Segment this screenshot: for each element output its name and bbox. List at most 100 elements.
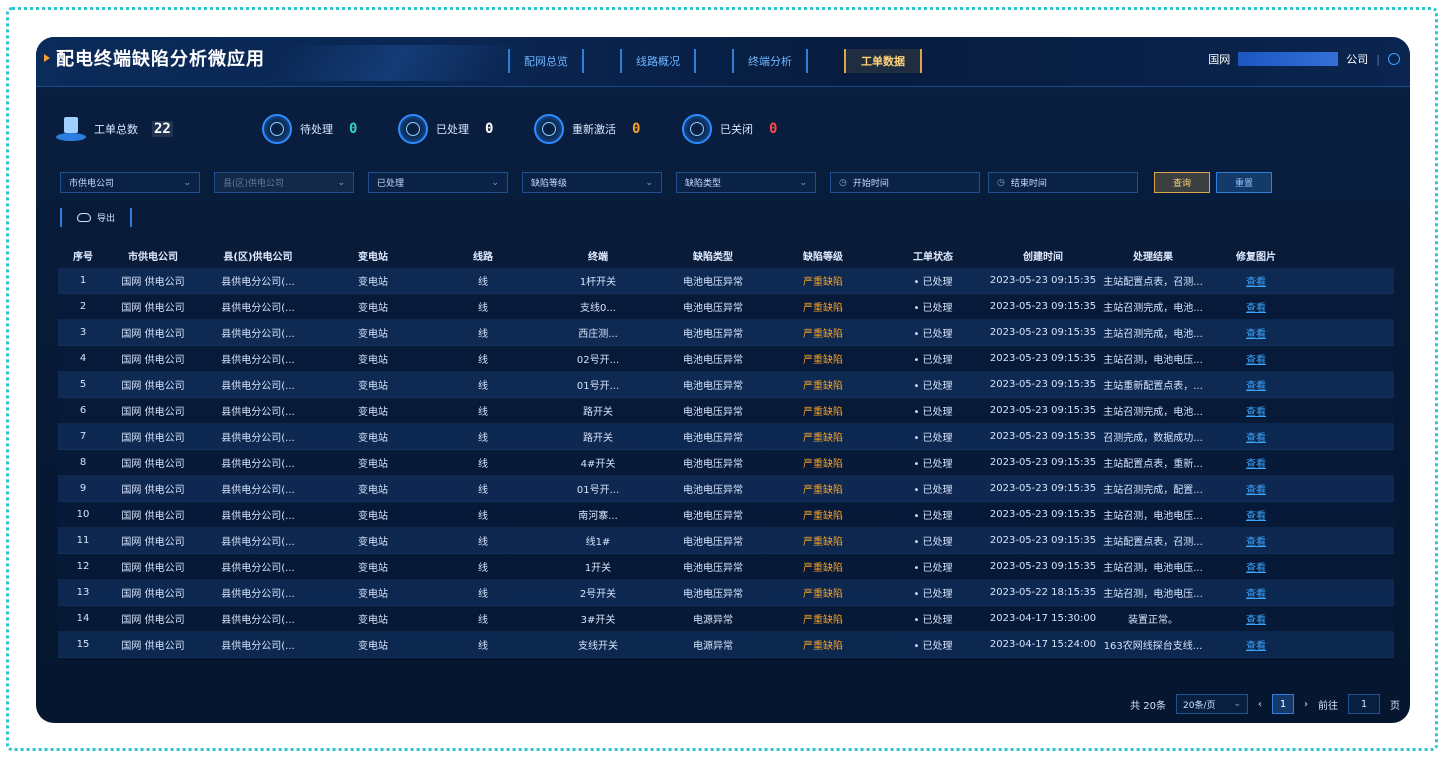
- city-select[interactable]: 市供电公司 ⌄: [60, 172, 200, 193]
- view-image-link[interactable]: 查看: [1208, 299, 1304, 314]
- table-cell: 变电站: [358, 615, 388, 626]
- tab-line-overview[interactable]: 线路概况: [620, 49, 696, 73]
- table-cell: 电池电压异常: [683, 459, 743, 470]
- table-cell: 线: [478, 641, 488, 652]
- view-image-link[interactable]: 查看: [1208, 325, 1304, 340]
- view-image-link[interactable]: 查看: [1208, 611, 1304, 626]
- table-cell: 严重缺陷: [803, 563, 843, 574]
- view-image-link[interactable]: 查看: [1208, 429, 1304, 444]
- table-cell: 线: [478, 381, 488, 392]
- table-cell: 支线0...: [580, 303, 616, 314]
- table-row: 7 国网 供电公司 县供电分公司(... 变电站 线 路开关 电池电压异常 严重缺陷 已处理20…: [58, 424, 1394, 450]
- table-row: 3 国网 供电公司 县供电分公司(... 变电站 线 西庄测... 电池电压异常 严重缺陷 已处…: [58, 320, 1394, 346]
- view-image-link[interactable]: 查看: [1208, 559, 1304, 574]
- total-count: 共 20条: [1130, 700, 1166, 712]
- stat-processed[interactable]: 已处理 0: [398, 109, 495, 149]
- table-cell: 县供电分公司(...: [221, 589, 295, 600]
- query-button[interactable]: 查询: [1154, 172, 1210, 193]
- view-image-link[interactable]: 查看: [1208, 481, 1304, 496]
- view-image-link[interactable]: 查看: [1208, 377, 1304, 392]
- table-cell: 县供电分公司(...: [221, 407, 295, 418]
- table-cell: 线: [478, 329, 488, 340]
- start-time-input[interactable]: ◷ 开始时间: [830, 172, 980, 193]
- table-cell: 14: [76, 613, 90, 624]
- table-cell: 电池电压异常: [683, 563, 743, 574]
- table-cell: 已处理: [878, 455, 988, 470]
- tab-work-order-data[interactable]: 工单数据: [844, 49, 922, 73]
- status-select-value: 已处理: [377, 179, 405, 189]
- column-header: 处理结果: [1133, 251, 1173, 263]
- view-image-link[interactable]: 查看: [1208, 637, 1304, 652]
- stat-total-label: 工单总数: [94, 123, 138, 136]
- page-size-select[interactable]: 20条/页 ⌄: [1176, 694, 1248, 714]
- table-row: 11 国网 供电公司 县供电分公司(... 变电站 线 线1# 电池电压异常 严重缺陷 已处理2…: [58, 528, 1394, 554]
- end-time-input[interactable]: ◷ 结束时间: [988, 172, 1138, 193]
- table-cell: 01号开...: [576, 485, 620, 496]
- table-cell: 4#开关: [580, 459, 616, 470]
- table-header: 序号 市供电公司 县(区)供电公司 变电站 线路 终端 缺陷类型 缺陷等级 工单状态 创建时间 处理…: [58, 244, 1394, 266]
- view-image-link[interactable]: 查看: [1208, 585, 1304, 600]
- table-cell: 3#开关: [580, 615, 616, 626]
- filter-bar: 市供电公司 ⌄ 县(区)供电公司 ⌄ 已处理 ⌄ 缺陷等级 ⌄ 缺陷类型 ⌄ ◷ 开始时间 …: [60, 172, 1310, 194]
- table-cell: 变电站: [358, 303, 388, 314]
- table-cell: 变电站: [358, 537, 388, 548]
- table-cell: 严重缺陷: [803, 381, 843, 392]
- current-page[interactable]: 1: [1272, 694, 1294, 714]
- view-image-link[interactable]: 查看: [1208, 273, 1304, 288]
- table-cell: 县供电分公司(...: [221, 277, 295, 288]
- stat-reactivated[interactable]: 重新激活 0: [534, 109, 642, 149]
- city-select-value: 市供电公司: [69, 179, 115, 189]
- table-cell: 变电站: [358, 407, 388, 418]
- table-cell: 01号开...: [576, 381, 620, 392]
- status-select[interactable]: 已处理 ⌄: [368, 172, 508, 193]
- county-select[interactable]: 县(区)供电公司 ⌄: [214, 172, 354, 193]
- view-image-link[interactable]: 查看: [1208, 455, 1304, 470]
- tab-network-overview[interactable]: 配网总览: [508, 49, 584, 73]
- view-image-link[interactable]: 查看: [1208, 351, 1304, 366]
- view-image-link[interactable]: 查看: [1208, 507, 1304, 522]
- goto-page-input[interactable]: 1: [1348, 694, 1380, 714]
- work-order-icon: [56, 117, 86, 141]
- stat-pending-value: 0: [349, 121, 358, 137]
- org-prefix: 国网: [1208, 53, 1231, 66]
- stat-pending-label: 待处理: [300, 123, 333, 136]
- export-button[interactable]: 导出: [60, 208, 132, 227]
- table-cell: 县供电分公司(...: [221, 563, 295, 574]
- prev-page-button[interactable]: ‹: [1258, 699, 1262, 710]
- table-cell: 7: [79, 431, 87, 442]
- table-cell: 电池电压异常: [683, 407, 743, 418]
- table-cell: 主站配置点表，重新...: [1103, 459, 1203, 470]
- table-cell: 主站召测，电池电压...: [1103, 355, 1203, 366]
- org-suffix: 公司: [1346, 53, 1369, 66]
- table-cell: 线1#: [585, 537, 611, 548]
- table-cell: 3: [79, 327, 87, 338]
- table-cell: 主站召测完成，电池...: [1103, 329, 1203, 340]
- stat-closed[interactable]: 已关闭 0: [682, 109, 779, 149]
- table-cell: 变电站: [358, 589, 388, 600]
- table-cell: 已处理: [878, 325, 988, 340]
- reset-button[interactable]: 重置: [1216, 172, 1272, 193]
- pending-icon: [262, 114, 292, 144]
- view-image-link[interactable]: 查看: [1208, 533, 1304, 548]
- defect-type-select[interactable]: 缺陷类型 ⌄: [676, 172, 816, 193]
- clock-icon: ◷: [997, 177, 1005, 188]
- processed-icon: [398, 114, 428, 144]
- header-separator: |: [1376, 52, 1380, 66]
- table-cell: 严重缺陷: [803, 615, 843, 626]
- table-cell: 支线开关: [578, 641, 618, 652]
- table-cell: 已处理: [878, 351, 988, 366]
- view-image-link[interactable]: 查看: [1208, 403, 1304, 418]
- tab-terminal-analysis[interactable]: 终端分析: [732, 49, 808, 73]
- defect-level-select[interactable]: 缺陷等级 ⌄: [522, 172, 662, 193]
- table-cell: 已处理: [878, 585, 988, 600]
- stat-pending[interactable]: 待处理 0: [262, 109, 359, 149]
- table-row: 10 国网 供电公司 县供电分公司(... 变电站 线 南河寨... 电池电压异常 严重缺陷 已…: [58, 502, 1394, 528]
- next-page-button[interactable]: ›: [1304, 699, 1308, 710]
- chevron-down-icon: ⌄: [183, 177, 191, 188]
- table-cell: 13: [76, 587, 90, 598]
- table-cell: 西庄测...: [578, 329, 618, 340]
- user-icon[interactable]: [1388, 53, 1400, 65]
- table-cell: 县供电分公司(...: [221, 329, 295, 340]
- app-window: 配电终端缺陷分析微应用 配网总览 线路概况 终端分析 工单数据 国网 公司 | …: [36, 37, 1410, 723]
- table-cell: 严重缺陷: [803, 303, 843, 314]
